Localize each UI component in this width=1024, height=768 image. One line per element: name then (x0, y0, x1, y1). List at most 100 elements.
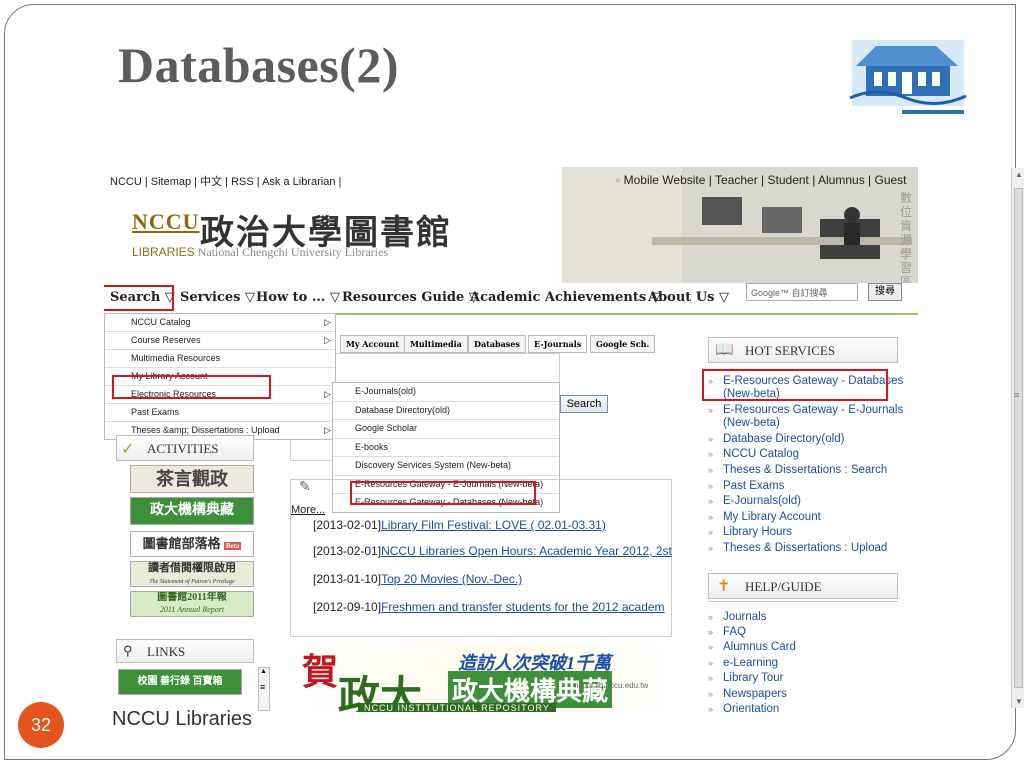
news-link[interactable]: Freshmen and transfer students for the 2… (381, 600, 665, 614)
banner-annual-report-label: 圖書館2011年報 (157, 592, 227, 603)
scroll-up-icon[interactable]: ▲ (260, 668, 267, 675)
help-item[interactable]: » Alumnus Card (708, 641, 906, 654)
logo-name-en: LIBRARIES National Chengchi University L… (132, 245, 388, 260)
banner-campus-links[interactable]: 校園 善行錄 百寶箱 (118, 669, 242, 695)
link-sitemap[interactable]: Sitemap (151, 176, 191, 188)
hot-service-link: NCCU Catalog (723, 448, 800, 460)
banner-tea-talk[interactable]: 茶言觀政 (130, 465, 254, 493)
nav-resources-guide[interactable]: Resources Guide ▽ (342, 290, 479, 305)
link-student[interactable]: Student (768, 173, 809, 187)
link-rss[interactable]: RSS (231, 176, 254, 188)
bullet-icon: » (708, 673, 714, 683)
chevron-down-icon: ▽ (719, 290, 730, 305)
news-more-link[interactable]: More... (291, 504, 325, 516)
hot-service-item[interactable]: » NCCU Catalog (708, 448, 906, 461)
link-alumnus[interactable]: Alumnus (818, 173, 865, 187)
help-item[interactable]: » Orientation (708, 703, 906, 712)
nav-how-to[interactable]: How to ... ▽ (256, 290, 340, 305)
bullet-icon: » (708, 612, 714, 622)
tab-e-journals[interactable]: E-Journals (528, 335, 588, 353)
site-search-input[interactable]: Google™ 自訂搜尋 (746, 283, 858, 301)
menu-item-multimedia-resources[interactable]: Multimedia Resources (105, 350, 335, 368)
bullet-icon: » (708, 449, 714, 459)
hot-service-item[interactable]: » Library Hours (708, 526, 906, 539)
bullet-icon: » (708, 481, 714, 491)
link-mobile-website[interactable]: Mobile Website (624, 173, 706, 187)
search-go-button[interactable]: Search (560, 395, 608, 413)
menu-item-past-exams[interactable]: Past Exams (105, 404, 335, 422)
slide-footer: NCCU Libraries (112, 708, 253, 730)
hot-service-link: E-Journals(old) (723, 495, 801, 507)
banner-library-blog[interactable]: 圖書館部落格 Beta (130, 531, 254, 557)
page-number-badge: 32 (18, 702, 64, 748)
tab-databases[interactable]: Databases (468, 335, 526, 353)
link-chinese[interactable]: 中文 (200, 176, 222, 188)
menu-item-label: Theses &amp; Dissertations : Upload (131, 425, 280, 435)
submenu-discovery-services[interactable]: Discovery Services System (New-beta) (333, 457, 559, 476)
link-teacher[interactable]: Teacher (715, 173, 758, 187)
banner-institutional-repository[interactable]: 政大機構典藏 (130, 497, 254, 525)
banner-patron-privilege[interactable]: 讀者借閱權限啟用 The Statement of Patron's Privi… (130, 561, 254, 587)
links-scrollbar[interactable]: ▲ ≡ (258, 667, 270, 711)
menu-item-label: Past Exams (131, 407, 180, 417)
news-link[interactable]: Library Film Festival: LOVE ( 02.01-03.3… (381, 518, 606, 532)
help-item[interactable]: » FAQ (708, 626, 906, 639)
bullet-icon: » (708, 434, 714, 444)
bullet-icon: » (708, 658, 714, 668)
submenu-database-directory-old[interactable]: Database Directory(old) (333, 402, 559, 420)
hot-service-link: Library Hours (723, 526, 793, 538)
chevron-down-icon: ▽ (329, 290, 340, 305)
site-header: NCCU | Sitemap | 中文 | RSS | Ask a Librar… (104, 167, 918, 289)
help-item[interactable]: » Newspapers (708, 688, 906, 701)
links-title: LINKS (147, 644, 186, 659)
submenu-google-scholar[interactable]: Google Scholar (333, 420, 559, 439)
help-item[interactable]: » Library Tour (708, 672, 906, 685)
news-date: [2013-02-01] (313, 544, 382, 558)
mobile-icon: ▫ (616, 173, 621, 187)
submenu-e-books[interactable]: E-books (333, 439, 559, 457)
bullet-icon: » (708, 512, 714, 522)
link-nccu[interactable]: NCCU (110, 176, 142, 188)
tab-my-account[interactable]: My Account (340, 335, 405, 353)
scroll-down-icon[interactable]: ▼ (1015, 697, 1023, 706)
tab-multimedia[interactable]: Multimedia (404, 335, 468, 353)
activities-title: ACTIVITIES (147, 441, 219, 456)
hot-service-link: Theses & Dissertations : Search (723, 464, 888, 476)
hot-service-item[interactable]: » Theses & Dissertations : Search (708, 464, 906, 477)
help-item[interactable]: » Journals (708, 611, 906, 624)
help-link: Orientation (723, 703, 780, 712)
banner-annual-report[interactable]: 圖書館2011年報 2011 Annual Report (130, 591, 254, 617)
news-item: [2012-09-10]Freshmen and transfer studen… (313, 600, 665, 614)
tab-google-scholar[interactable]: Google Sch. (590, 335, 656, 353)
slide-scrollbar[interactable]: ▲ ≡ ▼ (1011, 168, 1024, 708)
nav-academic-achievements[interactable]: Academic Achievements ▽ (470, 290, 661, 305)
hot-service-item[interactable]: » Past Exams (708, 480, 906, 493)
highlight-hot-gateway-databases (702, 369, 888, 401)
repository-banner[interactable]: 賀 政大 造訪人次突破1千萬 政大機構典藏 nccur.lib.nccu.edu… (298, 645, 672, 712)
menu-item-label: Multimedia Resources (131, 353, 221, 363)
site-logo[interactable]: NCCU 政治大學圖書館 LIBRARIES National Chengchi… (132, 209, 450, 259)
top-links-right: ▫ Mobile Website | Teacher | Student | A… (616, 173, 907, 187)
site-search-button[interactable]: 搜尋 (868, 283, 902, 301)
hot-service-item[interactable]: » E-Journals(old) (708, 495, 906, 508)
link-guest[interactable]: Guest (875, 173, 907, 187)
scrollbar-thumb[interactable] (1014, 188, 1023, 688)
help-item[interactable]: » e-Learning (708, 657, 906, 670)
hot-service-item[interactable]: » Theses & Dissertations : Upload (708, 542, 906, 555)
scroll-up-icon[interactable]: ▲ (1015, 170, 1023, 179)
banner-patron-privilege-en: The Statement of Patron's Privilege (149, 579, 235, 585)
hot-service-item[interactable]: » My Library Account (708, 511, 906, 524)
news-link[interactable]: Top 20 Movies (Nov.-Dec.) (381, 572, 522, 586)
submenu-e-journals-old[interactable]: E-Journals(old) (333, 383, 559, 402)
hot-service-item[interactable]: » E-Resources Gateway - E-Journals (New-b… (708, 404, 906, 430)
news-link[interactable]: NCCU Libraries Open Hours: Academic Year… (381, 544, 672, 558)
hot-service-link: Database Directory(old) (723, 433, 845, 445)
nav-about-us[interactable]: About Us ▽ (648, 290, 729, 305)
help-divider (708, 601, 898, 602)
nav-services[interactable]: Services ▽ (180, 290, 255, 305)
link-ask-librarian[interactable]: Ask a Librarian (262, 176, 335, 188)
menu-item-label: NCCU Catalog (131, 317, 191, 327)
hot-service-item[interactable]: » Database Directory(old) (708, 433, 906, 446)
menu-item-nccu-catalog[interactable]: NCCU Catalog ▷ (105, 314, 335, 332)
menu-item-course-reserves[interactable]: Course Reserves ▷ (105, 332, 335, 350)
